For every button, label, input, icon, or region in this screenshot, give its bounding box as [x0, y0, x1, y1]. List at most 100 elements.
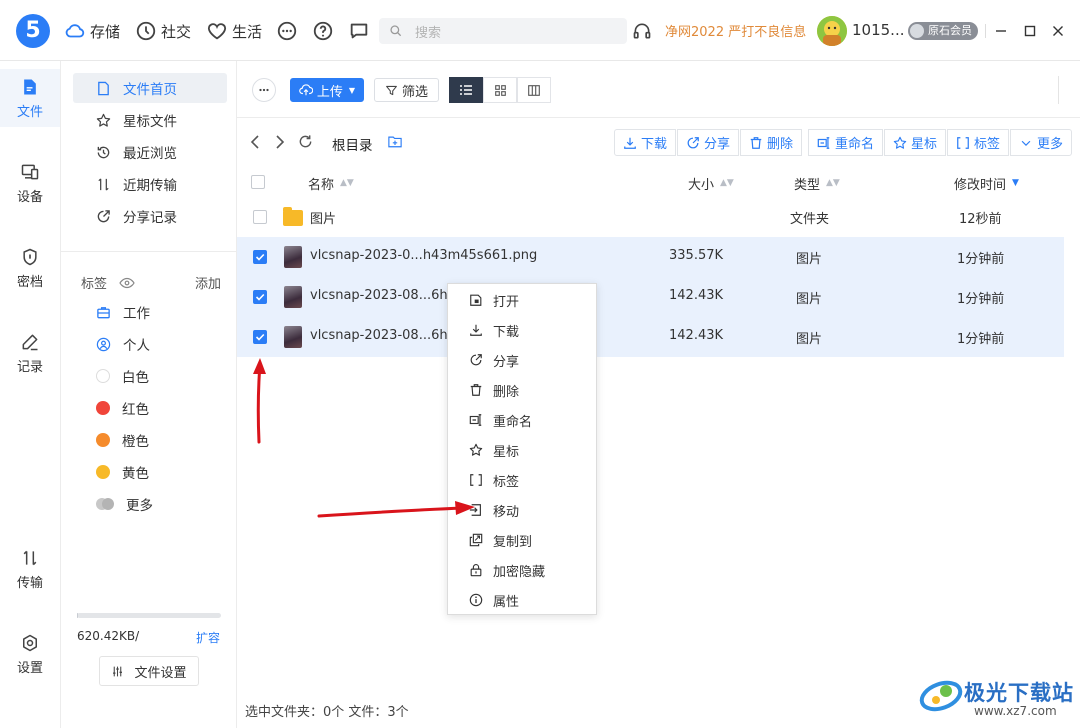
- menu-item-tag[interactable]: 标签: [448, 465, 596, 495]
- menu-item-star[interactable]: 星标: [448, 435, 596, 465]
- menu-item-rename[interactable]: 重命名: [448, 405, 596, 435]
- more-button[interactable]: 更多: [1010, 129, 1073, 156]
- menu-item-copy-to[interactable]: 复制到: [448, 525, 596, 555]
- close-button[interactable]: [1048, 21, 1068, 41]
- sliders-icon: [113, 666, 123, 676]
- column-view-button[interactable]: [517, 77, 551, 103]
- sidebar-item-shares[interactable]: 分享记录: [73, 201, 227, 231]
- file-size: 142.43K: [669, 288, 724, 303]
- list-view-button[interactable]: [449, 77, 483, 103]
- menu-item-delete[interactable]: 删除: [448, 375, 596, 405]
- list-view-icon: [460, 85, 472, 95]
- grid-view-button[interactable]: [483, 77, 517, 103]
- delete-button[interactable]: 删除: [740, 129, 803, 156]
- more-options-button[interactable]: [252, 78, 276, 102]
- table-row[interactable]: vlcsnap-2023-08...6h4 142.43K 图片 1分钟前: [237, 277, 1064, 317]
- topnav-social[interactable]: 社交: [135, 20, 191, 42]
- new-folder-icon[interactable]: [388, 135, 402, 148]
- filter-button[interactable]: 筛选: [374, 78, 439, 102]
- table-row[interactable]: 图片 文件夹 12秒前: [237, 197, 1064, 237]
- tag-item-white[interactable]: 白色: [73, 361, 227, 391]
- column-header-name[interactable]: 名称 ▲▼: [308, 173, 354, 193]
- headset-icon[interactable]: [632, 21, 652, 41]
- star-button[interactable]: 星标: [884, 129, 947, 156]
- rail-item-settings[interactable]: 设置: [0, 625, 60, 683]
- menu-item-open[interactable]: 打开: [448, 285, 596, 315]
- tag-label: 工作: [123, 306, 150, 322]
- trash-icon: [750, 136, 762, 149]
- download-icon: [624, 137, 636, 149]
- transfer-icon: [23, 550, 37, 565]
- search-input[interactable]: 搜索: [379, 18, 627, 44]
- rail-item-vault[interactable]: 密档: [0, 239, 60, 297]
- topnav-storage[interactable]: 存储: [64, 20, 120, 42]
- upload-button[interactable]: 上传 ▼: [290, 78, 364, 102]
- maximize-button[interactable]: [1020, 21, 1040, 41]
- column-header-type[interactable]: 类型 ▲▼: [794, 173, 840, 193]
- refresh-icon[interactable]: [298, 134, 313, 149]
- upload-cloud-icon: [299, 84, 313, 96]
- rail-item-files[interactable]: 文件: [0, 69, 60, 127]
- topnav-life[interactable]: 生活: [206, 20, 262, 42]
- upload-label: 上传: [316, 84, 343, 100]
- back-arrow-icon[interactable]: [249, 135, 261, 149]
- tag-item-more[interactable]: 更多: [73, 489, 227, 519]
- action-label: 更多: [1037, 137, 1064, 152]
- menu-item-download[interactable]: 下载: [448, 315, 596, 345]
- download-button[interactable]: 下载: [614, 129, 677, 156]
- tag-item-work[interactable]: 工作: [73, 297, 227, 327]
- watermark: 极光下载站 www.xz7.com: [918, 671, 1080, 728]
- sidebar-item-file-home[interactable]: 文件首页: [73, 73, 227, 103]
- rail-item-transfer[interactable]: 传输: [0, 540, 60, 598]
- eye-icon[interactable]: [119, 277, 135, 289]
- table-row[interactable]: vlcsnap-2023-0...h43m45s661.png 335.57K …: [237, 237, 1064, 277]
- star-icon: [893, 136, 907, 149]
- column-header-size[interactable]: 大小 ▲▼: [688, 173, 734, 193]
- row-checkbox[interactable]: [253, 210, 267, 224]
- more-dots-icon[interactable]: [276, 20, 298, 42]
- tag-item-orange[interactable]: 橙色: [73, 425, 227, 455]
- menu-item-label: 打开: [493, 294, 520, 310]
- share-button[interactable]: 分享: [677, 129, 740, 156]
- tag-item-yellow[interactable]: 黄色: [73, 457, 227, 487]
- row-checkbox[interactable]: [253, 290, 267, 304]
- avatar[interactable]: [817, 16, 847, 46]
- tag-item-personal[interactable]: 个人: [73, 329, 227, 359]
- sidebar-item-transfers[interactable]: 近期传输: [73, 169, 227, 199]
- rail-item-notes[interactable]: 记录: [0, 324, 60, 382]
- menu-item-label: 重命名: [493, 414, 533, 430]
- sidebar-item-starred[interactable]: 星标文件: [73, 105, 227, 135]
- sidebar-item-recent[interactable]: 最近浏览: [73, 137, 227, 167]
- menu-item-properties[interactable]: 属性: [448, 585, 596, 615]
- help-icon[interactable]: [312, 20, 334, 42]
- select-all-checkbox[interactable]: [251, 175, 265, 189]
- tags-add-button[interactable]: 添加: [195, 273, 221, 292]
- breadcrumb[interactable]: 根目录: [332, 134, 373, 154]
- forward-arrow-icon[interactable]: [274, 135, 286, 149]
- filter-icon: [386, 85, 397, 95]
- table-row[interactable]: vlcsnap-2023-08...6h4 142.43K 图片 1分钟前: [237, 317, 1064, 357]
- sort-desc-icon: ▼: [1012, 178, 1019, 188]
- menu-item-share[interactable]: 分享: [448, 345, 596, 375]
- minimize-button[interactable]: [991, 21, 1011, 41]
- tag-item-red[interactable]: 红色: [73, 393, 227, 423]
- sort-icon: ▲▼: [826, 178, 840, 188]
- notice-text[interactable]: 净网2022 严打不良信息: [665, 21, 806, 40]
- action-label: 下载: [641, 137, 668, 152]
- rail-item-devices[interactable]: 设备: [0, 154, 60, 212]
- grid-view-icon: [494, 84, 506, 96]
- row-checkbox[interactable]: [253, 250, 267, 264]
- rename-button[interactable]: 重命名: [808, 129, 884, 156]
- view-mode-switch: [449, 77, 551, 103]
- username[interactable]: 1015...: [852, 21, 904, 39]
- message-icon[interactable]: [348, 20, 370, 42]
- tag-button[interactable]: 标签: [947, 129, 1010, 156]
- expand-storage-link[interactable]: 扩容: [196, 629, 220, 646]
- file-settings-button[interactable]: 文件设置: [99, 656, 199, 686]
- column-header-modified[interactable]: 修改时间 ▼: [954, 173, 1019, 193]
- menu-item-encrypt-hide[interactable]: 加密隐藏: [448, 555, 596, 585]
- storage-quota-text: 620.42KB/: [77, 629, 140, 643]
- vip-badge[interactable]: 原石会员: [908, 22, 978, 40]
- row-checkbox[interactable]: [253, 330, 267, 344]
- app-logo[interactable]: 5: [16, 14, 50, 48]
